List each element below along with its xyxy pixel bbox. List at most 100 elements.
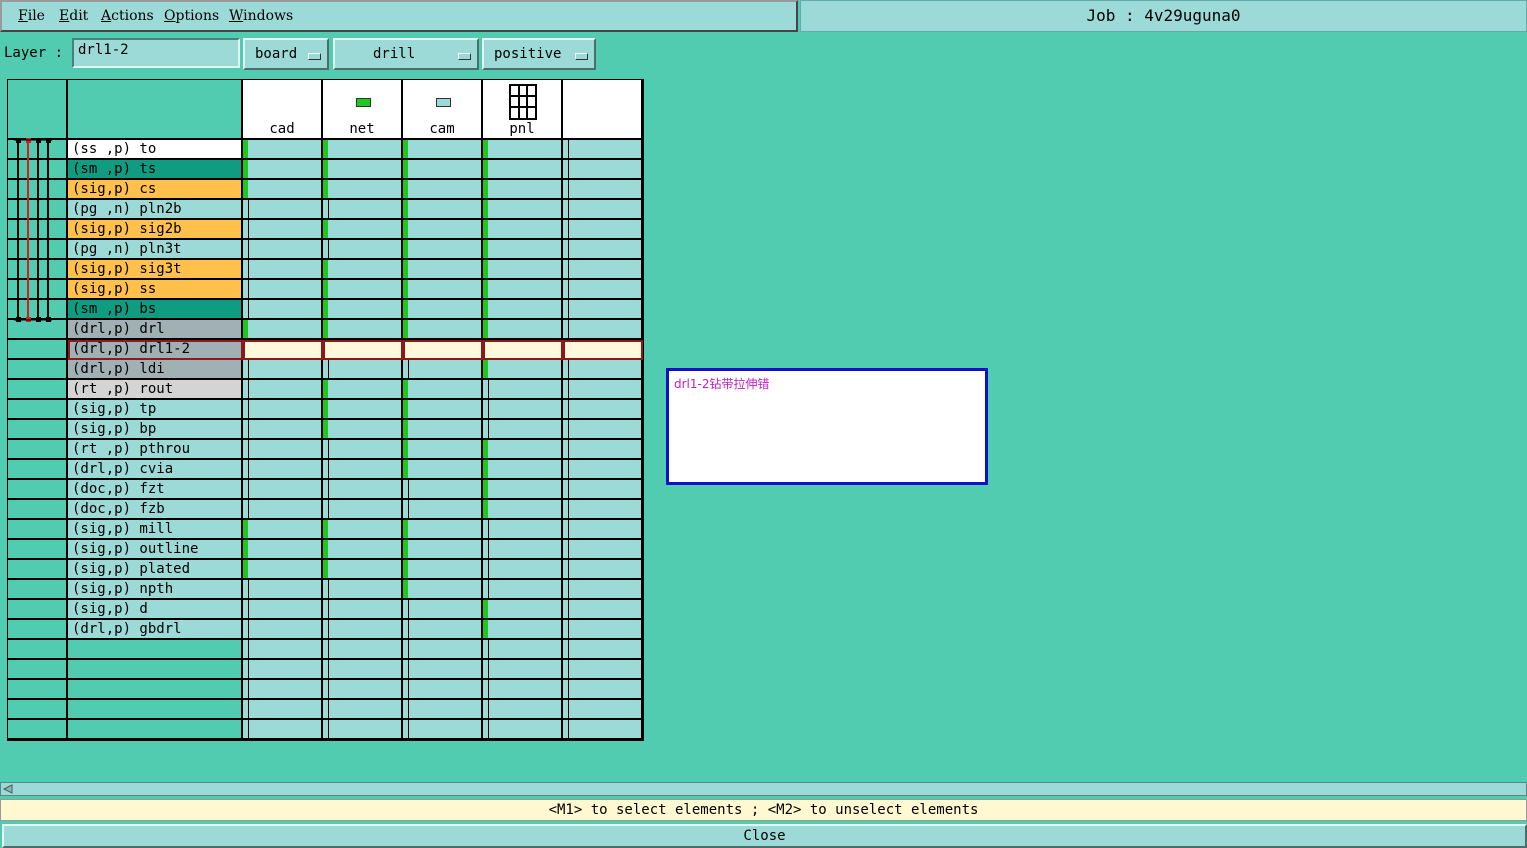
matrix-cell[interactable]	[323, 380, 403, 400]
matrix-cell[interactable]	[403, 420, 483, 440]
matrix-cell[interactable]	[243, 500, 323, 520]
row-handle[interactable]	[8, 660, 68, 680]
matrix-cell[interactable]	[563, 180, 643, 200]
matrix-cell[interactable]	[483, 200, 563, 220]
layer-name-cell[interactable]	[68, 640, 243, 660]
matrix-cell[interactable]	[323, 200, 403, 220]
matrix-cell[interactable]	[563, 140, 643, 160]
matrix-cell[interactable]	[563, 520, 643, 540]
matrix-cell[interactable]	[483, 400, 563, 420]
matrix-cell[interactable]	[563, 500, 643, 520]
matrix-cell[interactable]	[563, 160, 643, 180]
matrix-cell[interactable]	[483, 640, 563, 660]
matrix-cell[interactable]	[403, 540, 483, 560]
layer-name-field[interactable]: drl1-2	[72, 38, 240, 68]
layer-name-cell[interactable]: (sig,p) mill	[68, 520, 243, 540]
matrix-cell[interactable]	[403, 360, 483, 380]
row-handle[interactable]	[8, 720, 68, 740]
matrix-cell[interactable]	[563, 340, 643, 360]
matrix-cell[interactable]	[323, 220, 403, 240]
matrix-cell[interactable]	[563, 660, 643, 680]
matrix-cell[interactable]	[323, 700, 403, 720]
layer-name-cell[interactable]: (drl,p) ldi	[68, 360, 243, 380]
menu-edit[interactable]: Edit	[59, 8, 88, 24]
matrix-cell[interactable]	[403, 600, 483, 620]
row-handle[interactable]	[8, 500, 68, 520]
matrix-cell[interactable]	[403, 520, 483, 540]
matrix-cell[interactable]	[563, 380, 643, 400]
matrix-cell[interactable]	[563, 640, 643, 660]
matrix-cell[interactable]	[563, 240, 643, 260]
row-handle[interactable]	[8, 540, 68, 560]
matrix-cell[interactable]	[403, 300, 483, 320]
matrix-cell[interactable]	[403, 180, 483, 200]
matrix-cell[interactable]	[403, 240, 483, 260]
matrix-cell[interactable]	[323, 540, 403, 560]
matrix-cell[interactable]	[403, 260, 483, 280]
matrix-cell[interactable]	[403, 660, 483, 680]
matrix-cell[interactable]	[403, 500, 483, 520]
matrix-cell[interactable]	[483, 600, 563, 620]
matrix-cell[interactable]	[483, 440, 563, 460]
matrix-cell[interactable]	[243, 700, 323, 720]
context-dropdown[interactable]: board	[243, 38, 329, 70]
layer-name-cell[interactable]: (sig,p) cs	[68, 180, 243, 200]
matrix-cell[interactable]	[563, 580, 643, 600]
matrix-cell[interactable]	[323, 400, 403, 420]
row-handle[interactable]	[8, 480, 68, 500]
matrix-cell[interactable]	[323, 600, 403, 620]
matrix-cell[interactable]	[483, 360, 563, 380]
matrix-cell[interactable]	[483, 320, 563, 340]
matrix-cell[interactable]	[243, 660, 323, 680]
matrix-cell[interactable]	[563, 480, 643, 500]
matrix-cell[interactable]	[563, 720, 643, 740]
matrix-cell[interactable]	[483, 180, 563, 200]
layer-name-cell[interactable]: (sig,p) tp	[68, 400, 243, 420]
layer-name-cell[interactable]: (rt ,p) pthrou	[68, 440, 243, 460]
matrix-cell[interactable]	[483, 540, 563, 560]
layer-name-cell[interactable]: (rt ,p) rout	[68, 380, 243, 400]
row-handle[interactable]	[8, 460, 68, 480]
row-handle[interactable]	[8, 700, 68, 720]
layer-name-cell[interactable]	[68, 720, 243, 740]
matrix-cell[interactable]	[403, 720, 483, 740]
menu-actions[interactable]: Actions	[101, 8, 154, 24]
layer-name-cell[interactable]: (drl,p) gbdrl	[68, 620, 243, 640]
matrix-cell[interactable]	[243, 480, 323, 500]
matrix-cell[interactable]	[243, 220, 323, 240]
matrix-cell[interactable]	[243, 380, 323, 400]
matrix-cell[interactable]	[323, 560, 403, 580]
layer-name-cell[interactable]: (sig,p) ss	[68, 280, 243, 300]
row-handle[interactable]	[8, 600, 68, 620]
matrix-cell[interactable]	[563, 300, 643, 320]
matrix-cell[interactable]	[323, 580, 403, 600]
polarity-dropdown[interactable]: positive	[482, 38, 596, 70]
matrix-cell[interactable]	[483, 300, 563, 320]
matrix-cell[interactable]	[323, 160, 403, 180]
matrix-cell[interactable]	[483, 700, 563, 720]
layer-name-cell[interactable]: (sm ,p) ts	[68, 160, 243, 180]
matrix-cell[interactable]	[243, 260, 323, 280]
matrix-cell[interactable]	[563, 620, 643, 640]
matrix-cell[interactable]	[403, 140, 483, 160]
matrix-cell[interactable]	[243, 440, 323, 460]
matrix-cell[interactable]	[323, 320, 403, 340]
matrix-cell[interactable]	[243, 520, 323, 540]
layer-name-cell[interactable]	[68, 700, 243, 720]
column-header-cad[interactable]: cad	[243, 80, 323, 140]
matrix-cell[interactable]	[403, 280, 483, 300]
matrix-cell[interactable]	[483, 260, 563, 280]
matrix-cell[interactable]	[323, 520, 403, 540]
horizontal-scrollbar[interactable]	[0, 782, 1527, 796]
row-handle[interactable]	[8, 400, 68, 420]
close-button[interactable]: Close	[2, 824, 1527, 848]
matrix-cell[interactable]	[403, 480, 483, 500]
matrix-cell[interactable]	[563, 680, 643, 700]
matrix-cell[interactable]	[563, 700, 643, 720]
scroll-left-arrow-icon[interactable]	[2, 784, 14, 794]
matrix-cell[interactable]	[563, 220, 643, 240]
matrix-cell[interactable]	[483, 660, 563, 680]
layer-name-cell[interactable]: (sm ,p) bs	[68, 300, 243, 320]
matrix-cell[interactable]	[483, 520, 563, 540]
matrix-cell[interactable]	[243, 640, 323, 660]
